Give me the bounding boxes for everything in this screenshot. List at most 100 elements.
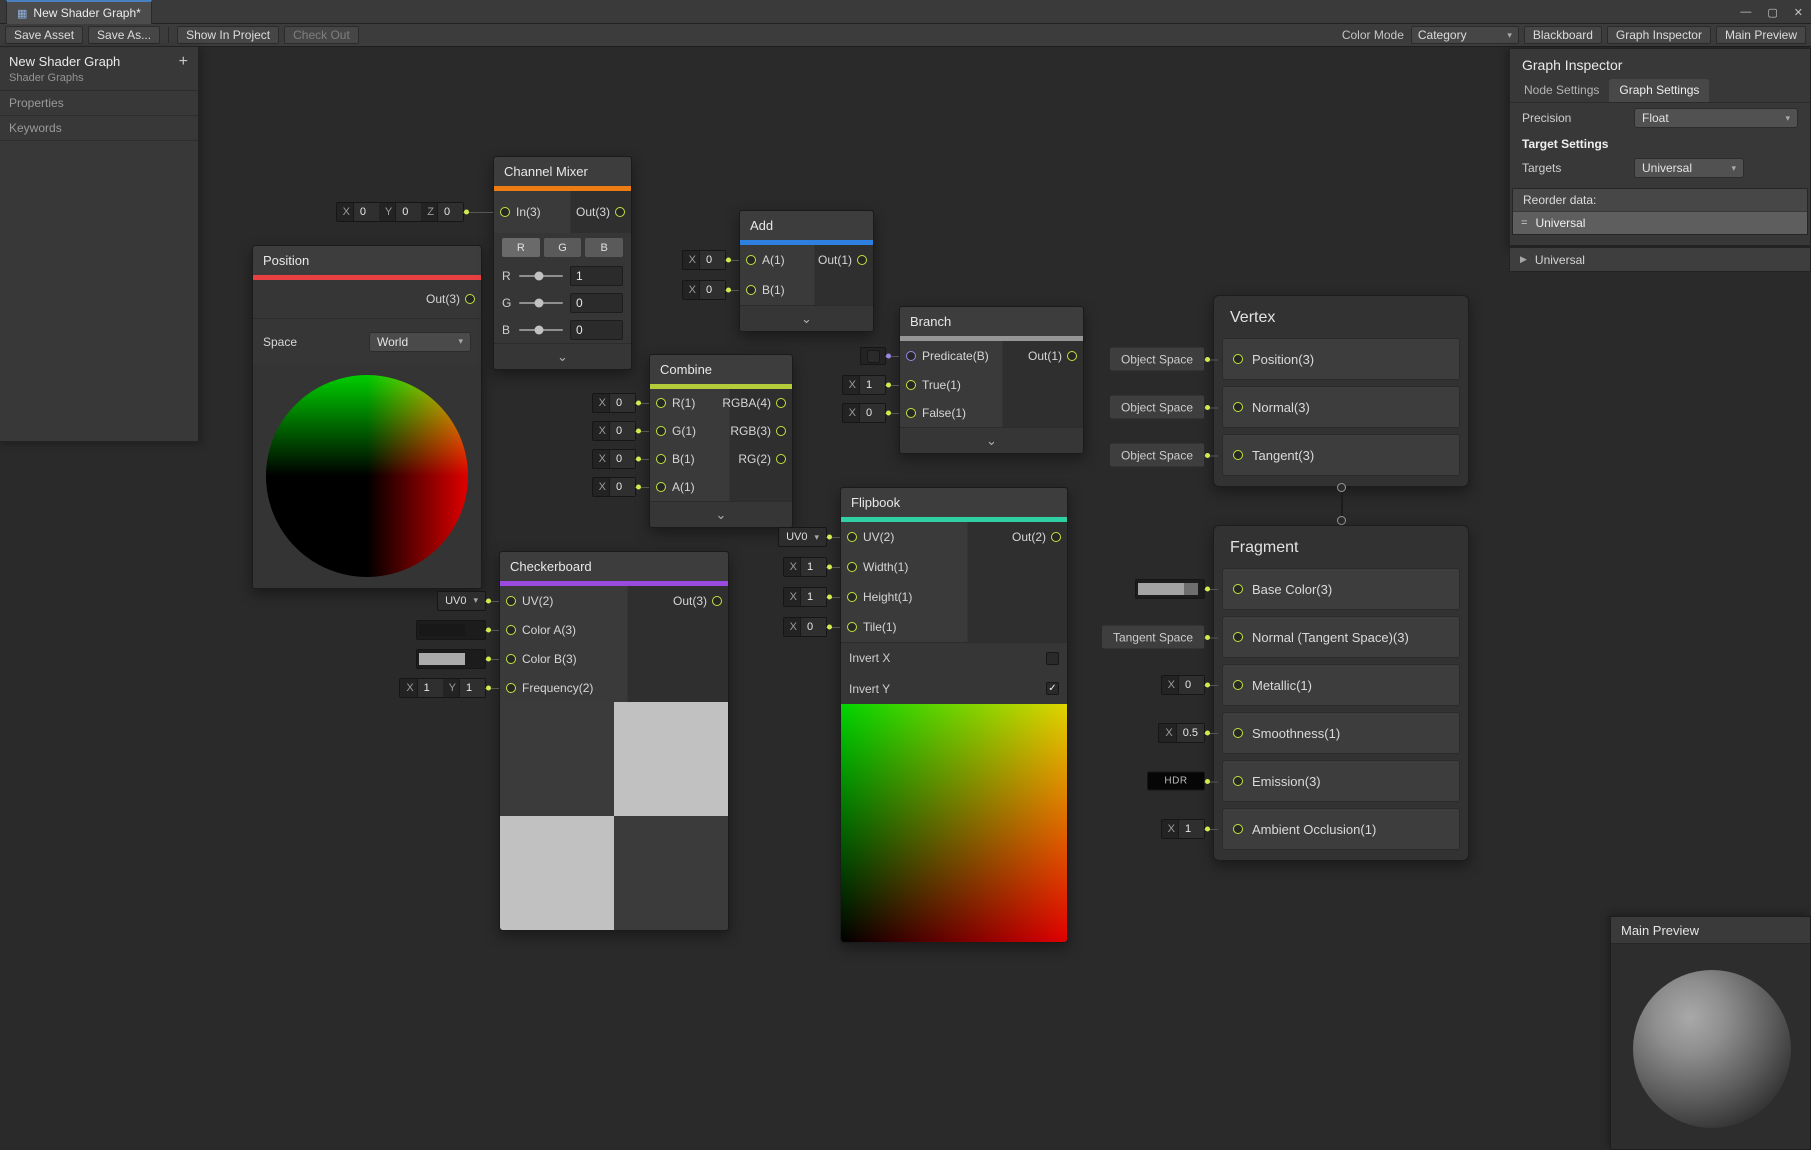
- channel-b-button[interactable]: B: [585, 238, 623, 257]
- invert-x-checkbox[interactable]: [1046, 652, 1059, 665]
- tab-node-settings[interactable]: Node Settings: [1514, 79, 1609, 102]
- collapse-chevron-icon[interactable]: ⌄: [900, 427, 1083, 453]
- input-port[interactable]: [1233, 632, 1243, 642]
- uv-channel-dropdown[interactable]: UV0 ▾: [437, 591, 486, 611]
- predicate-input-port[interactable]: [906, 351, 916, 361]
- input-port[interactable]: [746, 285, 756, 295]
- output-port[interactable]: [712, 596, 722, 606]
- show-in-project-button[interactable]: Show In Project: [177, 26, 279, 44]
- slider-thumb[interactable]: [534, 298, 543, 307]
- color-mode-dropdown[interactable]: Category ▾: [1411, 26, 1519, 44]
- input-port[interactable]: [656, 454, 666, 464]
- base-color-swatch[interactable]: [1135, 579, 1205, 599]
- field-value[interactable]: 0: [609, 394, 635, 412]
- output-port[interactable]: [615, 207, 625, 217]
- reorder-item-universal[interactable]: = Universal: [1513, 211, 1807, 234]
- blackboard-section-keywords[interactable]: Keywords: [0, 116, 198, 141]
- precision-dropdown[interactable]: Float ▾: [1634, 108, 1798, 128]
- field-value[interactable]: 0: [609, 450, 635, 468]
- node-combine[interactable]: Combine X 0 R(1) RGBA(4) X 0 G(1) RGB(3): [649, 354, 793, 528]
- field-value[interactable]: 0: [1178, 676, 1204, 694]
- targets-dropdown[interactable]: Universal ▾: [1634, 158, 1744, 178]
- output-port[interactable]: [1051, 532, 1061, 542]
- document-tab[interactable]: ▦ New Shader Graph*: [6, 0, 152, 24]
- input-port[interactable]: [1233, 354, 1243, 364]
- output-port[interactable]: [776, 426, 786, 436]
- input-port[interactable]: [1233, 450, 1243, 460]
- field-value[interactable]: 0: [699, 251, 725, 269]
- input-port[interactable]: [500, 207, 510, 217]
- save-asset-button[interactable]: Save Asset: [5, 26, 83, 44]
- input-port[interactable]: [1233, 728, 1243, 738]
- collapse-chevron-icon[interactable]: ⌄: [494, 343, 631, 369]
- input-port[interactable]: [847, 532, 857, 542]
- ambient-occlusion-default-field[interactable]: X 1: [1161, 819, 1205, 839]
- slider-track[interactable]: [519, 302, 563, 304]
- input-port[interactable]: [746, 255, 756, 265]
- main-preview-title[interactable]: Main Preview: [1611, 917, 1810, 944]
- input-port[interactable]: [1233, 584, 1243, 594]
- field-value[interactable]: 1: [1178, 820, 1204, 838]
- field-value[interactable]: 0: [699, 281, 725, 299]
- collapse-chevron-icon[interactable]: ⌄: [650, 501, 792, 527]
- input-port[interactable]: [906, 380, 916, 390]
- vertex-context-block[interactable]: Vertex Object Space Position(3) Object S…: [1213, 295, 1469, 487]
- field-value[interactable]: 1: [859, 376, 885, 394]
- slider-thumb[interactable]: [534, 271, 543, 280]
- branch-true-default-field[interactable]: X 1: [842, 375, 886, 395]
- fragment-smoothness-row[interactable]: X 0.5 Smoothness(1): [1222, 712, 1460, 754]
- universal-target-foldout[interactable]: ▶ Universal: [1509, 247, 1811, 272]
- node-add[interactable]: Add X 0 A(1) Out(1) X 0 B(1) ⌄: [739, 210, 874, 332]
- smoothness-default-field[interactable]: X 0.5: [1158, 723, 1205, 743]
- fragment-metallic-row[interactable]: X 0 Metallic(1): [1222, 664, 1460, 706]
- space-dropdown[interactable]: World ▾: [369, 332, 471, 352]
- metallic-default-field[interactable]: X 0: [1161, 675, 1205, 695]
- uv-channel-dropdown[interactable]: UV0 ▾: [778, 527, 827, 547]
- slider-track[interactable]: [519, 275, 563, 277]
- output-port[interactable]: [776, 454, 786, 464]
- minimize-icon[interactable]: —: [1740, 6, 1751, 18]
- maximize-icon[interactable]: ▢: [1767, 6, 1777, 19]
- close-icon[interactable]: ✕: [1794, 6, 1803, 19]
- collapse-chevron-icon[interactable]: ⌄: [740, 305, 873, 331]
- object-space-chip[interactable]: Object Space: [1109, 395, 1205, 420]
- combine-a-default-field[interactable]: X 0: [592, 477, 636, 497]
- channel-g-button[interactable]: G: [544, 238, 582, 257]
- add-b-default-field[interactable]: X 0: [682, 280, 726, 300]
- output-port[interactable]: [465, 294, 475, 304]
- flipbook-width-default-field[interactable]: X 1: [783, 557, 827, 577]
- slider-value-field[interactable]: 1: [570, 266, 623, 286]
- node-title-bar[interactable]: Channel Mixer: [494, 157, 631, 186]
- input-port[interactable]: [1233, 402, 1243, 412]
- blackboard-section-properties[interactable]: Properties: [0, 91, 198, 116]
- slider-track[interactable]: [519, 329, 563, 331]
- tangent-space-chip[interactable]: Tangent Space: [1101, 625, 1205, 650]
- slider-value-field[interactable]: 0: [570, 320, 623, 340]
- field-value[interactable]: 0: [609, 422, 635, 440]
- predicate-default-checkbox[interactable]: [860, 347, 886, 365]
- field-value[interactable]: 1: [800, 558, 826, 576]
- input-port[interactable]: [1233, 824, 1243, 834]
- node-title-bar[interactable]: Branch: [900, 307, 1083, 336]
- slider-thumb[interactable]: [534, 325, 543, 334]
- input-port[interactable]: [656, 426, 666, 436]
- input-port[interactable]: [506, 596, 516, 606]
- combine-r-default-field[interactable]: X 0: [592, 393, 636, 413]
- main-preview-toggle-button[interactable]: Main Preview: [1716, 26, 1806, 44]
- channel-mixer-in-default-fields[interactable]: X 0 Y 0 Z 0: [336, 202, 464, 222]
- invert-y-checkbox[interactable]: ✓: [1046, 682, 1059, 695]
- object-space-chip[interactable]: Object Space: [1109, 347, 1205, 372]
- slider-value-field[interactable]: 0: [570, 293, 623, 313]
- channel-r-button[interactable]: R: [502, 238, 540, 257]
- add-property-icon[interactable]: +: [179, 55, 188, 69]
- input-port[interactable]: [506, 683, 516, 693]
- output-port[interactable]: [857, 255, 867, 265]
- field-value[interactable]: 0: [353, 203, 379, 221]
- drag-handle-icon[interactable]: =: [1521, 217, 1527, 229]
- node-checkerboard[interactable]: Checkerboard UV0 ▾ UV(2) Out(3) Color A(…: [499, 551, 729, 931]
- node-title-bar[interactable]: Position: [253, 246, 481, 275]
- fragment-normal-row[interactable]: Tangent Space Normal (Tangent Space)(3): [1222, 616, 1460, 658]
- emission-hdr-swatch[interactable]: HDR: [1147, 772, 1205, 791]
- input-port[interactable]: [656, 398, 666, 408]
- field-value[interactable]: 0: [437, 203, 463, 221]
